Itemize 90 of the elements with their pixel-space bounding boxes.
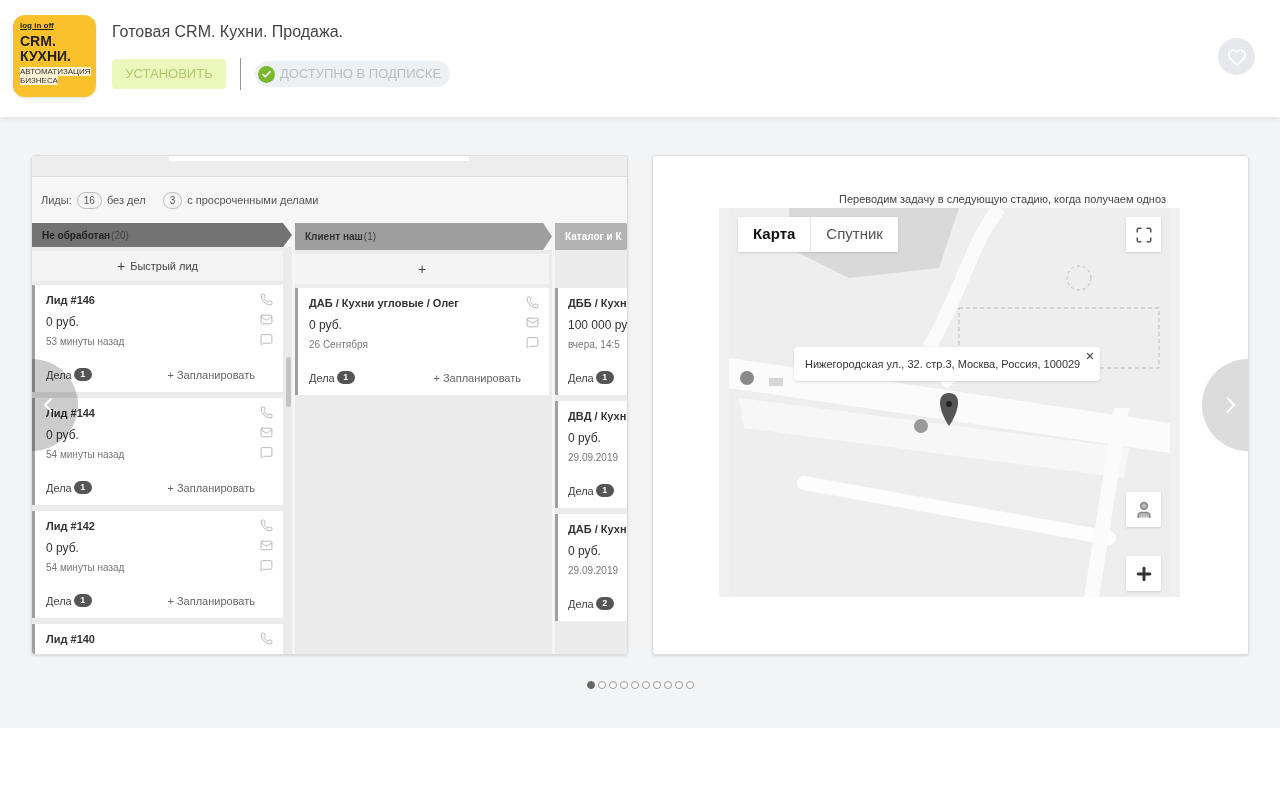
stage-title: Каталог и К [565, 230, 622, 244]
lead-title: Лид #144 [46, 406, 96, 420]
lead-time: 29.09.2019 [568, 451, 620, 464]
lead-amount: 0 руб. [309, 318, 343, 333]
phone-icon[interactable] [526, 296, 539, 309]
tasks-count: 1 [595, 484, 614, 498]
logo-subtitle: АВТОМАТИЗАЦИЯ [20, 67, 91, 76]
phone-icon[interactable] [260, 293, 273, 306]
lead-time: вчера, 14:5 [568, 338, 621, 351]
summary-label: Лиды: [41, 192, 72, 208]
chat-icon[interactable] [260, 333, 273, 346]
tasks-label: Дела [568, 483, 594, 499]
check-icon [258, 65, 275, 83]
schedule-link[interactable]: + Запланировать [167, 479, 255, 496]
fullscreen-button[interactable] [1126, 217, 1161, 252]
tasks-label: Дела [46, 480, 72, 496]
tasks-count: 1 [73, 368, 92, 382]
lead-title: Лид #146 [46, 293, 96, 307]
slide-caption: Переводим задачу в следующую стадию, когда получаем одноз [719, 191, 1180, 208]
tasks-label: Дела [46, 593, 72, 609]
street-view-button[interactable] [1126, 492, 1161, 527]
lead-amount: 100 000 ру [568, 318, 627, 333]
schedule-link[interactable]: + Запланировать [167, 592, 255, 609]
tasks-label: Дела [568, 596, 594, 612]
map-type-tab[interactable]: Карта [738, 217, 811, 252]
info-window-address: Нижегородская ул., 32. стр.3, Москва, Россия, 100029 [805, 356, 1081, 372]
lead-time: 54 минуты назад [46, 448, 125, 461]
logo-title: КУХНИ. [20, 49, 71, 64]
tasks-label: Дела [568, 370, 594, 386]
tasks-count: 1 [73, 481, 92, 495]
lead-amount: 0 руб. [568, 431, 602, 446]
lead-card[interactable]: Лид #144 0 руб. 54 минуты назад Дела 1 + Запланировать [32, 398, 283, 505]
lead-amount: 0 руб. [46, 315, 80, 330]
mail-icon[interactable] [260, 426, 273, 439]
mail-icon[interactable] [260, 313, 273, 326]
close-icon[interactable] [1085, 351, 1096, 361]
logo-title: CRM. [20, 34, 56, 49]
phone-icon[interactable] [260, 519, 273, 532]
stage-header[interactable]: Клиент наш(1) [295, 223, 552, 250]
lead-card[interactable]: Лид #146 0 руб. 53 минуты назад Дела 1 + Запланировать [32, 285, 283, 392]
phone-icon[interactable] [260, 632, 273, 645]
lead-card[interactable]: ДАБ / Кухн 0 руб. 29.09.2019 Дела 2 [555, 514, 627, 621]
summary-text: с просроченными делами [187, 192, 319, 208]
summary-text: без дел [106, 192, 146, 208]
schedule-link[interactable]: + Запланировать [167, 366, 255, 383]
app-title: Готовая CRM. Кухни. Продажа. [112, 22, 345, 42]
lead-amount: 0 руб. [568, 544, 602, 559]
lead-time: 26 Сентября [309, 338, 369, 351]
lead-card[interactable]: Лид #140 [32, 624, 283, 654]
stage-count: (1) [363, 230, 377, 244]
lead-title: ДАБ / Кухн [568, 522, 627, 536]
mail-icon[interactable] [526, 316, 539, 329]
mail-icon[interactable] [260, 539, 273, 552]
map-view[interactable]: Карта Спутник Нижегородская ул., 32. стр.3, Москва, Россия, 100029 [729, 208, 1170, 597]
lead-amount: 0 руб. [46, 428, 80, 443]
stage-title: Не обработан [42, 228, 111, 243]
lead-title: Лид #142 [46, 519, 96, 533]
lead-title: ДАБ / Кухни угловые / Олег [309, 296, 459, 310]
schedule-link[interactable]: + Запланировать [433, 369, 521, 386]
tasks-count: 1 [595, 371, 614, 385]
zoom-in-button[interactable] [1126, 556, 1161, 591]
lead-card[interactable]: Лид #142 0 руб. 54 минуты назад Дела 1 + Запланировать [32, 511, 283, 618]
stage-title: Клиент наш [305, 230, 363, 244]
phone-icon[interactable] [260, 406, 273, 419]
logo-subtitle: БИЗНЕСА [20, 76, 58, 85]
lead-card[interactable]: ДВД / Кухн 0 руб. 29.09.2019 Дела 1 [555, 401, 627, 508]
info-window-pointer [939, 381, 956, 389]
chat-icon[interactable] [260, 559, 273, 572]
tasks-count: 1 [336, 371, 355, 385]
lead-time: 54 минуты назад [46, 561, 125, 574]
chat-icon[interactable] [526, 336, 539, 349]
tasks-count: 2 [595, 597, 614, 611]
add-lead-button[interactable]: + [295, 254, 549, 284]
tasks-count: 1 [73, 594, 92, 608]
fullscreen-icon [1134, 225, 1153, 244]
lead-title: ДВД / Кухн [568, 409, 627, 423]
heart-icon [1226, 46, 1247, 67]
add-lead-button[interactable]: + Быстрый лид [32, 251, 283, 281]
tasks-label: Дела [309, 370, 335, 386]
logo-tag: log in off [20, 21, 54, 30]
favorite-button[interactable] [1218, 38, 1255, 75]
tasks-label: Дела [46, 367, 72, 383]
lead-card[interactable]: ДАБ / Кухни угловые / Олег 0 руб. 26 Сентября Дела 1 + Запланировать [295, 288, 549, 395]
lead-title: ДББ / Кухн [568, 296, 627, 310]
lead-time: 29.09.2019 [568, 564, 620, 577]
lead-title: Лид #140 [46, 632, 95, 646]
chat-icon[interactable] [260, 446, 273, 459]
lead-amount: 0 руб. [46, 541, 80, 556]
lead-time: 53 минуты назад [46, 335, 125, 348]
lead-card[interactable]: ДББ / Кухн 100 000 ру вчера, 14:5 Дела 1 [555, 288, 627, 395]
